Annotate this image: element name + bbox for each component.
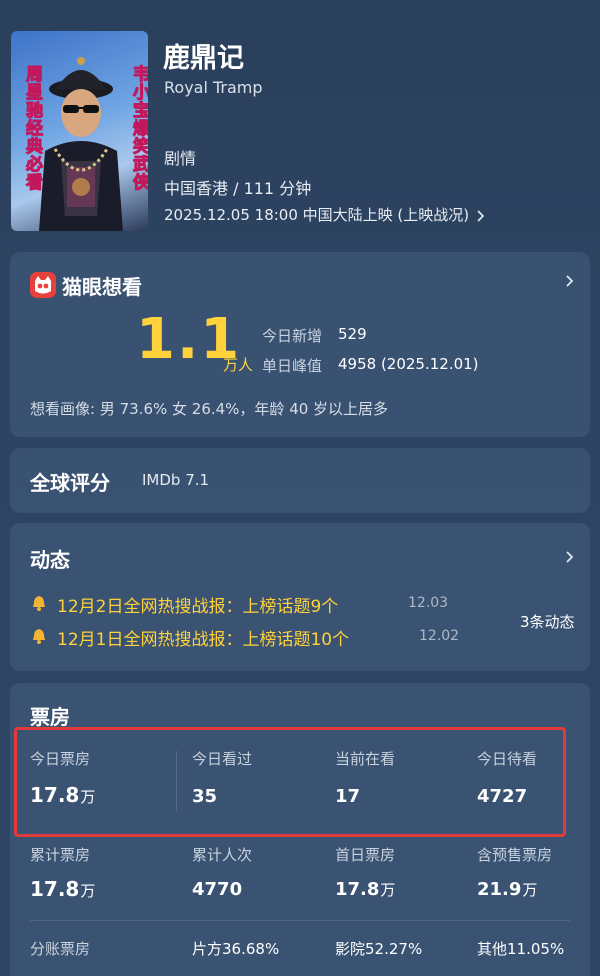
want-title: 猫眼想看 bbox=[62, 275, 142, 299]
divider bbox=[30, 920, 570, 921]
chevron-right-icon bbox=[477, 209, 485, 222]
bell-icon bbox=[33, 596, 45, 611]
presale-box-office-label: 含预售票房 bbox=[477, 846, 553, 864]
peak-value: 4958 (2025.12.01) bbox=[338, 355, 479, 373]
want-count-unit: 万人 bbox=[223, 356, 254, 374]
dynamics-title: 动态 bbox=[30, 548, 70, 572]
box-office-title: 票房 bbox=[30, 705, 70, 729]
imdb-rating: IMDb 7.1 bbox=[142, 471, 210, 489]
peak-label: 单日峰值 bbox=[262, 357, 323, 375]
audience-portrait: 想看画像: 男 73.6% 女 26.4%，年龄 40 岁以上居多 bbox=[30, 400, 389, 418]
poster-left-text: 周星驰经典必看 bbox=[22, 65, 43, 192]
divider bbox=[176, 751, 177, 811]
today-watched-value: 35 bbox=[192, 786, 218, 807]
watching-now-label: 当前在看 bbox=[335, 750, 396, 768]
dynamics-card[interactable]: 动态 12月2日全网热搜战报：上榜话题9个 12.03 12月1日全网热搜战报：… bbox=[10, 523, 590, 671]
total-viewers-label: 累计人次 bbox=[192, 846, 253, 864]
want-to-see-card[interactable]: 猫眼想看 1.1 万人 今日新增 529 单日峰值 4958 (2025.12.… bbox=[10, 252, 590, 437]
total-box-office-value: 17.8万 bbox=[30, 877, 96, 901]
dynamic-item-text: 12月2日全网热搜战报：上榜话题9个 bbox=[57, 597, 339, 617]
rating-title: 全球评分 bbox=[30, 471, 110, 495]
today-new-value: 529 bbox=[338, 325, 367, 343]
today-new-label: 今日新增 bbox=[262, 327, 323, 345]
release-info-link[interactable]: 2025.12.05 18:00 中国大陆上映 (上映战况) bbox=[164, 204, 486, 225]
today-to-watch-label: 今日待看 bbox=[477, 750, 538, 768]
movie-english-title: Royal Tramp bbox=[164, 78, 263, 97]
maoyan-cat-icon bbox=[30, 272, 56, 298]
release-info-text: 2025.12.05 18:00 中国大陆上映 (上映战况) bbox=[164, 206, 470, 224]
dynamic-item-date: 12.02 bbox=[419, 628, 460, 644]
cinema-share: 影院52.27% bbox=[335, 940, 423, 958]
movie-poster[interactable]: 周星驰经典必看 韦小宝爆笑武侠 bbox=[11, 31, 148, 231]
today-box-office-label: 今日票房 bbox=[30, 750, 91, 768]
presale-box-office-value: 21.9万 bbox=[477, 879, 538, 900]
movie-title: 鹿鼎记 bbox=[163, 43, 244, 74]
today-watched-label: 今日看过 bbox=[192, 750, 253, 768]
bell-icon bbox=[33, 629, 45, 644]
movie-header: 周星驰经典必看 韦小宝爆笑武侠 鹿鼎记 Royal Tramp 剧情 中国香港 … bbox=[0, 0, 600, 240]
movie-genre: 剧情 bbox=[164, 149, 197, 168]
dynamic-item-date: 12.03 bbox=[408, 595, 449, 611]
poster-right-text: 韦小宝爆笑武侠 bbox=[129, 65, 149, 192]
first-day-box-office-label: 首日票房 bbox=[335, 846, 396, 864]
chevron-right-icon bbox=[566, 275, 574, 287]
box-office-card[interactable]: 票房 今日票房 17.8万 今日看过 35 当前在看 17 今日待看 4727 … bbox=[10, 683, 590, 976]
dynamic-item-text: 12月1日全网热搜战报：上榜话题10个 bbox=[57, 630, 350, 650]
distributor-share: 片方36.68% bbox=[192, 940, 280, 958]
first-day-box-office-value: 17.8万 bbox=[335, 879, 396, 900]
chevron-right-icon bbox=[566, 551, 574, 563]
global-rating-card[interactable]: 全球评分 IMDb 7.1 bbox=[10, 448, 590, 513]
today-to-watch-value: 4727 bbox=[477, 786, 528, 807]
total-box-office-label: 累计票房 bbox=[30, 846, 91, 864]
other-share: 其他11.05% bbox=[477, 940, 565, 958]
highlight-box bbox=[14, 727, 566, 837]
split-box-office-label: 分账票房 bbox=[30, 940, 91, 958]
movie-region-runtime: 中国香港 / 111 分钟 bbox=[164, 179, 312, 198]
today-box-office-value: 17.8万 bbox=[30, 783, 96, 807]
watching-now-value: 17 bbox=[335, 786, 361, 807]
dynamics-count: 3条动态 bbox=[520, 613, 575, 631]
total-viewers-value: 4770 bbox=[192, 879, 243, 900]
